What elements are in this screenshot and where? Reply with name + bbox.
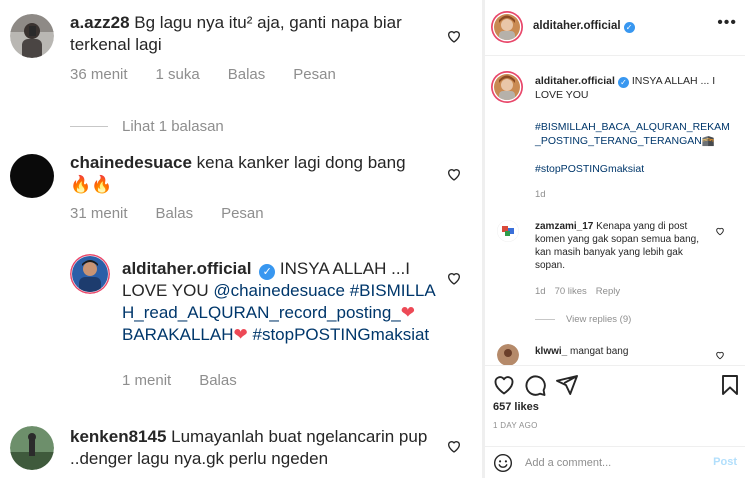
avatar[interactable] [491,11,523,43]
comment-text: alditaher.official ✓ INSYA ALLAH ...I LO… [122,259,436,344]
comment-time[interactable]: 1 menit [122,372,171,389]
comment-meta: 1 menit Balas [122,372,265,389]
message-button[interactable]: Pesan [293,66,336,83]
comment-likes[interactable]: 70 likes [555,286,587,297]
comment-username[interactable]: zamzami_17 [535,221,593,232]
comment-text: kenken8145 Lumayanlah buat ngelancarin p… [70,427,428,468]
comment-text: zamzami_17 Kenapa yang di post komen yan… [535,221,699,271]
comment-item: chainedesuace kena kanker lagi dong bang… [0,152,482,242]
avatar[interactable] [10,154,54,198]
view-replies-line [70,126,108,127]
post-sidebar: alditaher.official ✓ ••• alditaher.offici… [485,0,745,478]
emoji-smile-icon[interactable] [493,453,513,473]
view-replies-button[interactable]: View replies (9) [535,314,631,325]
hashtag-continuation[interactable]: BARAKALLAH [122,325,234,344]
avatar[interactable] [497,344,519,366]
post-header: alditaher.official ✓ ••• [485,0,745,56]
comment-username[interactable]: kenken8145 [70,427,166,446]
heart-emoji: ❤ [233,325,248,344]
share-send-icon[interactable] [555,373,579,397]
reply-button[interactable]: Reply [596,286,620,297]
avatar[interactable] [497,220,519,242]
fire-emoji: 🔥🔥 [70,175,113,194]
comment-item: kenken8145 Lumayanlah buat ngelancarin p… [0,424,482,478]
comment-text: chainedesuace kena kanker lagi dong bang… [70,153,406,194]
caption-age[interactable]: 1d [535,188,735,202]
verified-badge-icon: ✓ [617,77,629,88]
more-options-icon[interactable]: ••• [717,14,737,32]
comment-age[interactable]: 1d [535,286,546,297]
view-replies-button[interactable]: Lihat 1 balasan [70,118,224,135]
verified-badge-icon: ✓ [259,264,276,280]
post-date[interactable]: 1 DAY AGO [493,421,538,430]
reply-button[interactable]: Balas [228,66,266,83]
mention-link[interactable]: @chainedesuace [213,281,345,300]
hashtag-link[interactable]: #BISMILLAH_BACA_ALQURAN_REKAM_POSTING_TE… [535,121,730,147]
hashtag-link[interactable]: #stopPOSTINGmaksiat [535,163,644,175]
comment-time[interactable]: 31 menit [70,205,128,222]
comment-time[interactable]: 36 menit [70,66,128,83]
reply-item: alditaher.official ✓ INSYA ALLAH ...I LO… [0,254,482,404]
heart-icon[interactable] [446,166,462,182]
comment-meta: 1d 70 likes Reply [535,286,629,297]
avatar[interactable] [10,14,54,58]
heart-emoji: ❤ [400,303,416,322]
like-heart-icon[interactable] [492,373,516,397]
heart-icon[interactable] [446,438,462,454]
hashtag-link[interactable]: #stopPOSTINGmaksiat [252,325,429,344]
message-button[interactable]: Pesan [221,205,264,222]
likes-count[interactable]: 657 likes [493,401,539,413]
add-comment-input[interactable] [525,454,695,472]
comment-meta: 31 menit Balas Pesan [70,205,292,222]
comment-text: a.azz28 Bg lagu nya itu² aja, ganti napa… [70,13,402,54]
comment-username[interactable]: chainedesuace [70,153,192,172]
comment-bubble-icon[interactable] [523,373,547,397]
caption-hashtags: #stopPOSTINGmaksiat [535,162,735,176]
comment-item: a.azz28 Bg lagu nya itu² aja, ganti napa… [0,10,482,140]
heart-icon[interactable] [446,28,462,44]
add-comment-bar: Post [485,446,745,478]
comment-meta: 36 menit 1 suka Balas Pesan [70,66,364,83]
comment-text: klwwi_ mangat bang [535,346,629,357]
caption-hashtags: #BISMILLAH_BACA_ALQURAN_REKAM_POSTING_TE… [535,120,735,148]
comment-username[interactable]: klwwi_ [535,346,567,357]
comment-username[interactable]: a.azz28 [70,13,130,32]
caption-username[interactable]: alditaher.official [535,75,615,87]
avatar[interactable] [491,71,523,103]
reply-button[interactable]: Balas [156,205,194,222]
comments-zoom-panel: a.azz28 Bg lagu nya itu² aja, ganti napa… [0,0,482,478]
verified-badge-icon: ✓ [623,22,635,33]
avatar[interactable] [10,426,54,470]
heart-icon[interactable] [446,270,462,286]
header-username[interactable]: alditaher.official ✓ [533,20,635,33]
caption-text: alditaher.official ✓ INSYA ALLAH ... I LO… [535,75,716,101]
comment-username[interactable]: alditaher.official [122,259,251,278]
kaaba-emoji: 🕋 [701,135,715,147]
caption-body: alditaher.official ✓ INSYA ALLAH ... I LO… [535,74,735,202]
post-comment-button[interactable]: Post [713,456,737,468]
comment-likes[interactable]: 1 suka [156,66,200,83]
heart-icon[interactable] [715,226,725,236]
post-actions: 657 likes 1 DAY AGO Post [485,365,745,477]
heart-icon[interactable] [715,350,725,360]
avatar[interactable] [70,254,110,294]
bookmark-icon[interactable] [718,373,742,397]
view-replies-line [535,319,555,320]
reply-button[interactable]: Balas [199,372,237,389]
